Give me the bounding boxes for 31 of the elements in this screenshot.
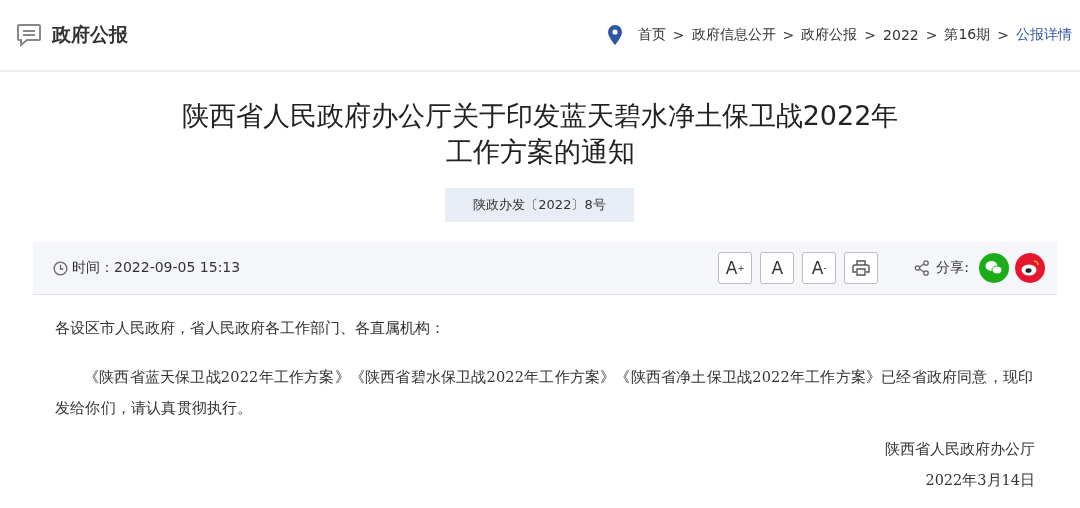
breadcrumb-separator: > bbox=[672, 27, 685, 43]
breadcrumb-separator: > bbox=[997, 27, 1009, 43]
page-title: 政府公报 bbox=[52, 22, 128, 47]
breadcrumb-separator: > bbox=[782, 27, 795, 43]
printer-icon bbox=[852, 260, 871, 276]
publish-time: 时间：2022-09-05 15:13 bbox=[72, 259, 241, 277]
clock-icon bbox=[53, 260, 68, 276]
breadcrumb-link[interactable]: 首页 bbox=[637, 26, 666, 44]
breadcrumb-separator: > bbox=[925, 27, 938, 43]
salutation-text: 各设区市人民政府，省人民政府各工作部门、各直属机构： bbox=[55, 319, 446, 338]
font-size-button[interactable]: A$^{+}$ bbox=[718, 252, 753, 284]
font-size-button[interactable]: A$^{-}$ bbox=[802, 252, 837, 284]
eye-logo-icon[interactable] bbox=[1015, 253, 1045, 283]
comment-icon bbox=[16, 23, 42, 47]
signature-text: 陕西省人民政府办公厅 bbox=[884, 440, 1036, 459]
breadcrumb-link[interactable]: 2022 bbox=[883, 27, 919, 43]
breadcrumb-link[interactable]: 政府公报 bbox=[801, 26, 858, 44]
document-number: 陕政办发〔2022〕8号 bbox=[445, 188, 634, 222]
breadcrumb-separator: > bbox=[864, 27, 877, 43]
print-button[interactable] bbox=[844, 252, 879, 284]
article-title: 陕西省人民政府办公厅关于印发蓝天碧水净土保卫战2022年 工作方案的通知 bbox=[180, 99, 900, 169]
location-pin-icon bbox=[607, 25, 622, 45]
date-text: 2022年3月14日 bbox=[924, 471, 1036, 490]
breadcrumb-link[interactable]: 第16期 bbox=[944, 26, 991, 44]
share-icon[interactable] bbox=[914, 260, 931, 276]
font-size-button[interactable]: A bbox=[760, 252, 795, 284]
body-paragraph: 《陕西省蓝天保卫战2022年工作方案》《陕西省碧水保卫战2022年工作方案》《陕西省净土保卫战2022年工作方案》已经省政府同意，现印发给你们，请认真贯彻执行。 bbox=[55, 368, 1035, 418]
breadcrumb-link[interactable]: 公报详情 bbox=[1016, 26, 1072, 44]
chat-bubbles-icon[interactable] bbox=[979, 253, 1009, 283]
share-label: 分享: bbox=[936, 259, 969, 277]
breadcrumb-link[interactable]: 政府信息公开 bbox=[691, 26, 776, 44]
